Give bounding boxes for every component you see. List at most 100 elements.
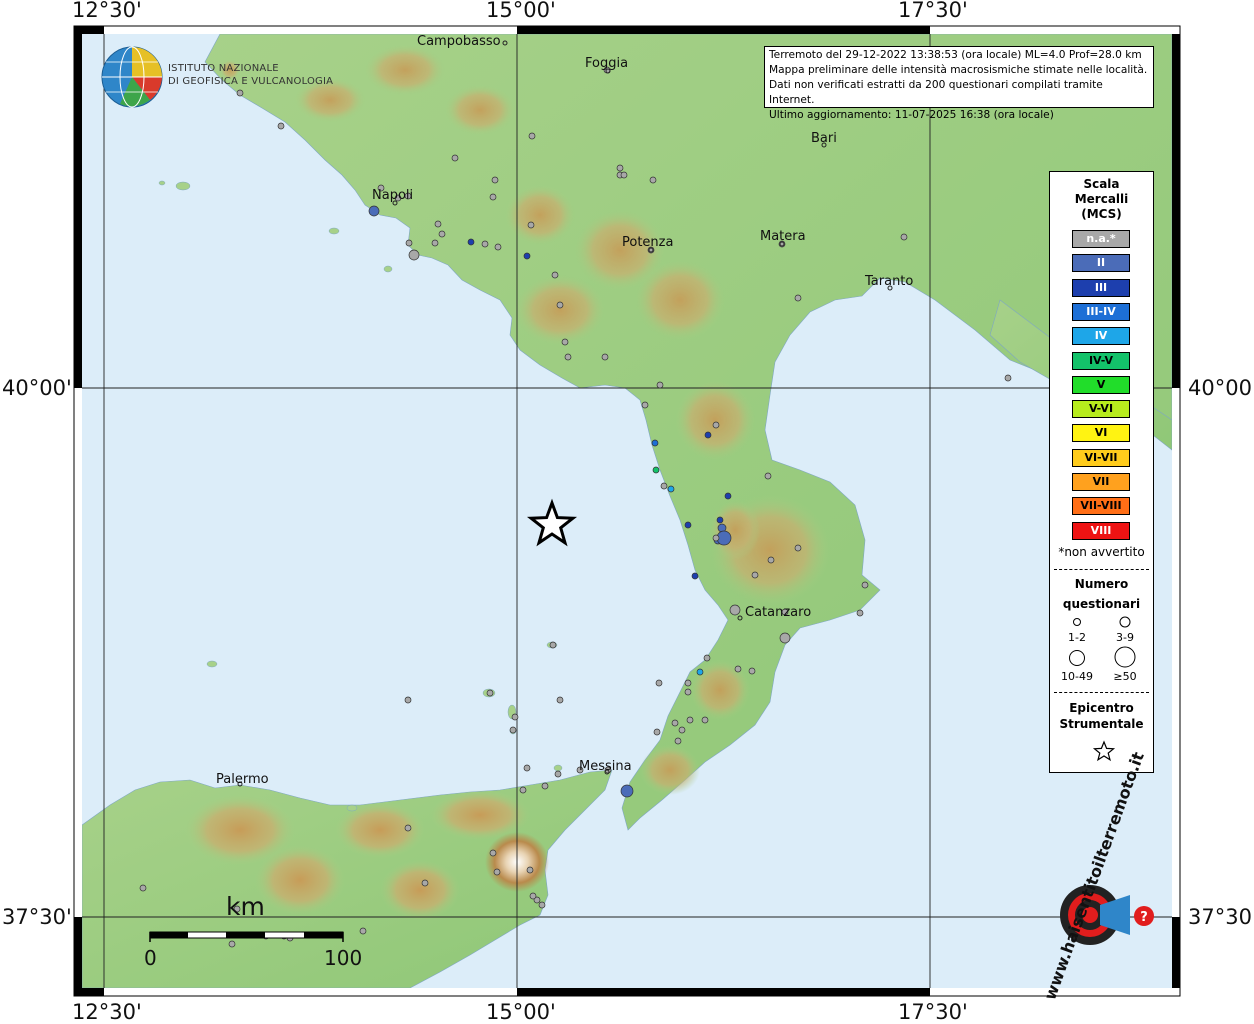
ingv-org-line2: DI GEOFISICA E VULCANOLOGIA	[168, 76, 334, 87]
observation-point	[861, 581, 869, 589]
svg-text:?: ?	[1140, 910, 1148, 925]
observation-point	[523, 252, 531, 260]
legend-title-line: Scala	[1083, 177, 1120, 191]
legend-panel: Scala Mercalli (MCS) n.a.* II III III-IV IV I…	[1049, 171, 1154, 773]
observation-point	[656, 381, 664, 389]
place-palermo: Palermo	[216, 772, 269, 787]
legend-title-line: (MCS)	[1081, 207, 1122, 221]
size-label-50plus: ≥50	[1113, 670, 1137, 683]
coord-top-1230: 12°30'	[72, 0, 142, 22]
observation-point	[712, 534, 720, 542]
place-matera: Matera	[760, 229, 806, 244]
observation-point	[486, 689, 494, 697]
observation-point	[748, 667, 756, 675]
event-info-line: Mappa preliminare delle intensità macros…	[769, 64, 1148, 76]
observation-point	[652, 466, 660, 474]
observation-point	[421, 879, 429, 887]
observation-point	[408, 249, 420, 261]
observation-point	[653, 728, 661, 736]
observation-point	[467, 238, 475, 246]
ingv-org-name: ISTITUTO NAZIONALE DI GEOFISICA E VULCAN…	[168, 62, 333, 88]
legend-swatch-vii-viii: VII-VIII	[1072, 497, 1130, 516]
legend-swatch-vi: VI	[1072, 424, 1130, 443]
legend-swatch-vi-vii: VI-VII	[1072, 448, 1130, 467]
questionnaires-title-line: Numero	[1074, 577, 1129, 591]
observation-point	[701, 716, 709, 724]
epicenter-title: Epicentro Strumentale	[1050, 700, 1153, 732]
coord-top-1500: 15°00'	[486, 0, 556, 22]
observation-point	[601, 353, 609, 361]
observation-point	[493, 868, 501, 876]
observation-point	[779, 632, 791, 644]
observation-point	[564, 353, 572, 361]
observation-point	[511, 713, 519, 721]
coord-top-1730: 17°30'	[898, 0, 968, 22]
observation-point	[523, 764, 531, 772]
questionnaires-title: Numero questionari	[1050, 574, 1153, 614]
observation-point	[139, 884, 147, 892]
observation-point	[767, 556, 775, 564]
observation-point	[660, 482, 668, 490]
observation-point	[620, 171, 628, 179]
observation-point	[649, 176, 657, 184]
observation-point	[489, 193, 497, 201]
observation-point	[696, 668, 704, 676]
size-label-3-9: 3-9	[1116, 631, 1134, 644]
event-info-line: Dati non verificati estratti da 200 ques…	[769, 79, 1103, 106]
observation-point	[724, 492, 732, 500]
observation-point	[684, 521, 692, 529]
observation-point	[729, 604, 741, 616]
epicenter-title-line: Epicentro	[1069, 701, 1134, 715]
event-info-box: Terremoto del 29-12-2022 13:38:53 (ora l…	[764, 46, 1154, 121]
coord-left-3730: 37°30'	[2, 905, 72, 929]
coord-right-3730: 37°30'	[1188, 905, 1254, 929]
place-messina: Messina	[579, 759, 632, 774]
size-circle-small	[1073, 618, 1081, 626]
observation-point	[359, 927, 367, 935]
legend-swatch-viii: VIII	[1072, 521, 1130, 540]
legend-title: Scala Mercalli (MCS)	[1050, 177, 1153, 222]
scale-bar-min: 0	[144, 946, 157, 970]
observation-point	[526, 866, 534, 874]
scale-bar-max: 100	[324, 946, 363, 970]
observation-point	[712, 421, 720, 429]
size-label-10-49: 10-49	[1061, 670, 1093, 683]
legend-divider	[1054, 692, 1149, 693]
observation-point	[404, 824, 412, 832]
observation-point	[641, 401, 649, 409]
coord-bottom-1500: 15°00'	[486, 1000, 556, 1024]
observation-point	[616, 164, 624, 172]
coord-bottom-1230: 12°30'	[72, 1000, 142, 1024]
observation-point	[438, 230, 446, 238]
observation-point	[434, 220, 442, 228]
observation-point	[538, 901, 546, 909]
place-napoli: Napoli	[372, 188, 414, 203]
observation-point	[620, 784, 634, 798]
observation-point	[404, 696, 412, 704]
legend-divider	[1054, 569, 1149, 570]
observation-point	[549, 641, 557, 649]
observation-point	[556, 696, 564, 704]
observation-point	[494, 243, 502, 251]
observation-point	[431, 239, 439, 247]
observation-point	[671, 719, 679, 727]
observation-point	[236, 89, 244, 97]
observation-point	[527, 221, 535, 229]
size-label-1-2: 1-2	[1068, 631, 1086, 644]
epicenter-title-line: Strumentale	[1059, 717, 1144, 731]
place-taranto: Taranto	[865, 274, 914, 289]
observation-point	[551, 271, 559, 279]
observation-point	[856, 609, 864, 617]
observation-point	[794, 294, 802, 302]
place-catanzaro: Catanzaro	[745, 605, 812, 620]
ingv-logo	[101, 46, 163, 108]
coord-left-4000: 40°00'	[2, 376, 72, 400]
observation-point	[667, 485, 675, 493]
event-info-line: Terremoto del 29-12-2022 13:38:53 (ora l…	[769, 49, 1142, 61]
observation-point	[794, 544, 802, 552]
size-circle-xlarge	[1114, 646, 1136, 668]
observation-point	[554, 770, 562, 778]
legend-swatch-n-a: n.a.*	[1072, 230, 1130, 248]
questionnaires-title-line: questionari	[1062, 597, 1141, 611]
observation-point	[561, 338, 569, 346]
